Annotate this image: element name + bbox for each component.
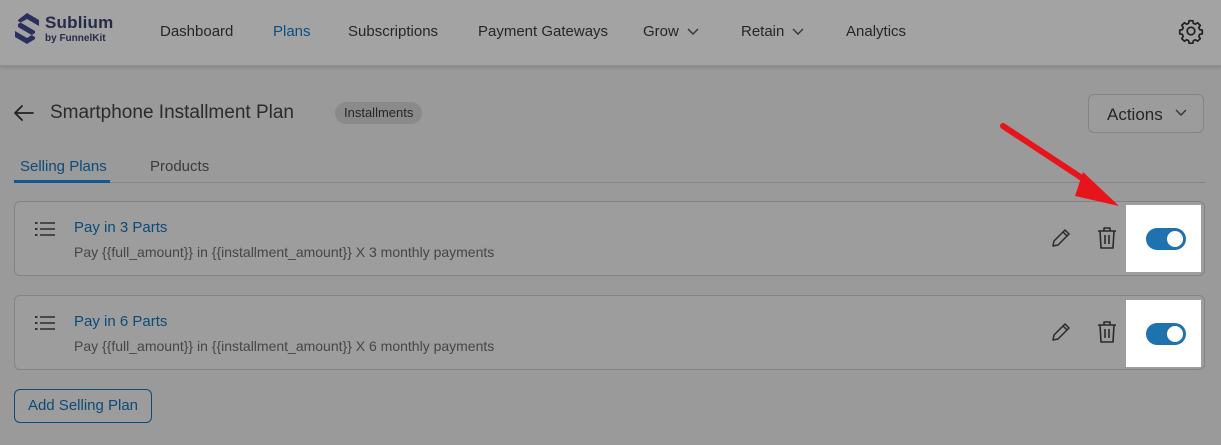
nav-item-payment-gateways[interactable]: Payment Gateways xyxy=(478,23,608,40)
nav-item-dashboard[interactable]: Dashboard xyxy=(160,23,233,40)
nav-item-grow[interactable]: Grow xyxy=(643,23,699,40)
brand-subtitle: by FunnelKit xyxy=(45,33,106,44)
toggle-knob xyxy=(1167,326,1183,342)
sublium-logo-icon xyxy=(15,13,39,44)
selling-plan-card: Pay in 6 Parts Pay {{full_amount}} in {{… xyxy=(14,295,1205,370)
active-tab-indicator xyxy=(14,180,110,183)
plan-type-badge: Installments xyxy=(335,102,423,124)
nav-item-retain-label: Retain xyxy=(741,23,785,40)
pencil-edit-icon[interactable] xyxy=(1050,227,1072,249)
plan-name-link[interactable]: Pay in 3 Parts xyxy=(74,219,167,236)
highlighted-toggle-area xyxy=(1126,205,1201,272)
drag-handle-list-icon[interactable] xyxy=(35,315,55,331)
chevron-down-icon xyxy=(687,28,699,36)
highlighted-toggle-area xyxy=(1126,300,1201,367)
brand-logo[interactable]: Sublium by FunnelKit xyxy=(14,12,134,48)
pencil-edit-icon[interactable] xyxy=(1050,321,1072,343)
add-selling-plan-button[interactable]: Add Selling Plan xyxy=(14,389,152,423)
tab-selling-plans[interactable]: Selling Plans xyxy=(20,158,107,175)
gear-icon[interactable] xyxy=(1178,18,1204,44)
annotation-arrow-icon xyxy=(1000,123,1119,206)
tab-products[interactable]: Products xyxy=(150,158,209,175)
nav-item-subscriptions[interactable]: Subscriptions xyxy=(348,23,438,40)
nav-item-retain[interactable]: Retain xyxy=(741,23,804,40)
plan-name-link[interactable]: Pay in 6 Parts xyxy=(74,313,167,330)
plan-description: Pay {{full_amount}} in {{installment_amo… xyxy=(74,338,495,354)
nav-item-plans[interactable]: Plans xyxy=(273,23,311,40)
brand-name: Sublium xyxy=(45,13,114,32)
plan-enable-toggle[interactable] xyxy=(1146,228,1186,250)
trash-delete-icon[interactable] xyxy=(1096,226,1118,250)
chevron-down-icon xyxy=(1175,109,1187,116)
toggle-knob xyxy=(1167,231,1183,247)
nav-item-grow-label: Grow xyxy=(643,23,679,40)
page-title: Smartphone Installment Plan xyxy=(50,102,294,123)
nav-item-analytics[interactable]: Analytics xyxy=(846,23,906,40)
top-navigation-bar: Sublium by FunnelKit Dashboard Plans Sub… xyxy=(0,0,1221,66)
back-arrow-icon[interactable] xyxy=(12,101,36,125)
chevron-down-icon xyxy=(792,28,804,36)
trash-delete-icon[interactable] xyxy=(1096,320,1118,344)
plan-description: Pay {{full_amount}} in {{installment_amo… xyxy=(74,244,495,260)
drag-handle-list-icon[interactable] xyxy=(35,221,55,237)
plan-enable-toggle[interactable] xyxy=(1146,323,1186,345)
